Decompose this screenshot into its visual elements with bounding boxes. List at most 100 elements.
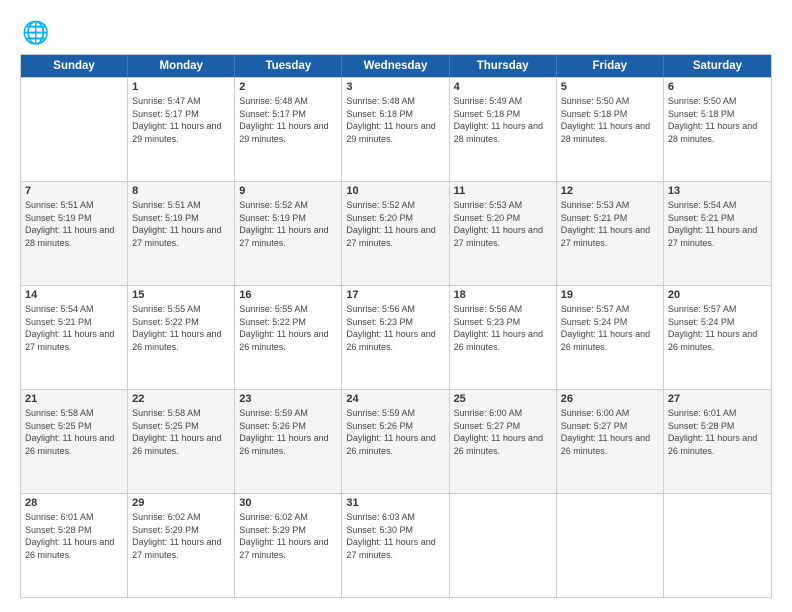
day-info: Sunrise: 5:55 AMSunset: 5:22 PMDaylight:… <box>239 303 337 353</box>
day-number: 7 <box>25 185 123 197</box>
cal-cell-4-7: 27 Sunrise: 6:01 AMSunset: 5:28 PMDayligh… <box>664 390 771 493</box>
header-cell-monday: Monday <box>128 55 235 77</box>
day-info: Sunrise: 6:03 AMSunset: 5:30 PMDaylight:… <box>346 511 444 561</box>
day-info: Sunrise: 5:48 AMSunset: 5:17 PMDaylight:… <box>239 95 337 145</box>
day-number: 27 <box>668 393 767 405</box>
cal-cell-1-5: 4 Sunrise: 5:49 AMSunset: 5:18 PMDaylight… <box>450 78 557 181</box>
header-cell-sunday: Sunday <box>21 55 128 77</box>
calendar-header: SundayMondayTuesdayWednesdayThursdayFrid… <box>21 55 771 77</box>
week-row-5: 28Sunrise: 6:01 AMSunset: 5:28 PMDayligh… <box>21 493 771 597</box>
cal-cell-4-6: 26 Sunrise: 6:00 AMSunset: 5:27 PMDayligh… <box>557 390 664 493</box>
day-info: Sunrise: 5:49 AMSunset: 5:18 PMDaylight:… <box>454 95 552 145</box>
day-number: 6 <box>668 81 767 93</box>
day-number: 15 <box>132 289 230 301</box>
day-number: 8 <box>132 185 230 197</box>
day-info: Sunrise: 5:51 AMSunset: 5:19 PMDaylight:… <box>132 199 230 249</box>
cal-cell-5-5 <box>450 494 557 597</box>
day-info: Sunrise: 5:53 AMSunset: 5:20 PMDaylight:… <box>454 199 552 249</box>
header-cell-wednesday: Wednesday <box>342 55 449 77</box>
day-number: 31 <box>346 497 444 509</box>
day-info: Sunrise: 6:00 AMSunset: 5:27 PMDaylight:… <box>561 407 659 457</box>
day-info: Sunrise: 5:48 AMSunset: 5:18 PMDaylight:… <box>346 95 444 145</box>
day-info: Sunrise: 6:01 AMSunset: 5:28 PMDaylight:… <box>25 511 123 561</box>
cal-cell-3-5: 18 Sunrise: 5:56 AMSunset: 5:23 PMDayligh… <box>450 286 557 389</box>
day-number: 29 <box>132 497 230 509</box>
cal-cell-4-3: 23 Sunrise: 5:59 AMSunset: 5:26 PMDayligh… <box>235 390 342 493</box>
cal-cell-5-4: 31 Sunrise: 6:03 AMSunset: 5:30 PMDayligh… <box>342 494 449 597</box>
day-info: Sunrise: 5:59 AMSunset: 5:26 PMDaylight:… <box>346 407 444 457</box>
day-info: Sunrise: 5:52 AMSunset: 5:19 PMDaylight:… <box>239 199 337 249</box>
day-info: Sunrise: 5:53 AMSunset: 5:21 PMDaylight:… <box>561 199 659 249</box>
calendar: SundayMondayTuesdayWednesdayThursdayFrid… <box>20 54 772 598</box>
cal-cell-3-3: 16 Sunrise: 5:55 AMSunset: 5:22 PMDayligh… <box>235 286 342 389</box>
cal-cell-2-5: 11 Sunrise: 5:53 AMSunset: 5:20 PMDayligh… <box>450 182 557 285</box>
cal-cell-5-3: 30 Sunrise: 6:02 AMSunset: 5:29 PMDayligh… <box>235 494 342 597</box>
day-info: Sunrise: 5:54 AMSunset: 5:21 PMDaylight:… <box>25 303 123 353</box>
day-info: Sunrise: 5:57 AMSunset: 5:24 PMDaylight:… <box>668 303 767 353</box>
week-row-3: 14 Sunrise: 5:54 AMSunset: 5:21 PMDayligh… <box>21 285 771 389</box>
day-number: 3 <box>346 81 444 93</box>
day-info: Sunrise: 5:50 AMSunset: 5:18 PMDaylight:… <box>668 95 767 145</box>
logo: 🌐 <box>20 22 52 48</box>
day-number: 13 <box>668 185 767 197</box>
day-info: Sunrise: 5:56 AMSunset: 5:23 PMDaylight:… <box>346 303 444 353</box>
cal-cell-3-2: 15Sunrise: 5:55 AMSunset: 5:22 PMDayligh… <box>128 286 235 389</box>
cal-cell-5-2: 29 Sunrise: 6:02 AMSunset: 5:29 PMDayligh… <box>128 494 235 597</box>
day-info: Sunrise: 5:56 AMSunset: 5:23 PMDaylight:… <box>454 303 552 353</box>
day-info: Sunrise: 5:57 AMSunset: 5:24 PMDaylight:… <box>561 303 659 353</box>
day-number: 30 <box>239 497 337 509</box>
day-number: 14 <box>25 289 123 301</box>
day-number: 1 <box>132 81 230 93</box>
day-number: 11 <box>454 185 552 197</box>
cal-cell-1-6: 5 Sunrise: 5:50 AMSunset: 5:18 PMDaylight… <box>557 78 664 181</box>
header-cell-tuesday: Tuesday <box>235 55 342 77</box>
day-number: 25 <box>454 393 552 405</box>
day-number: 23 <box>239 393 337 405</box>
cal-cell-4-5: 25 Sunrise: 6:00 AMSunset: 5:27 PMDayligh… <box>450 390 557 493</box>
day-number: 2 <box>239 81 337 93</box>
cal-cell-1-4: 3 Sunrise: 5:48 AMSunset: 5:18 PMDaylight… <box>342 78 449 181</box>
cal-cell-1-1 <box>21 78 128 181</box>
day-info: Sunrise: 6:01 AMSunset: 5:28 PMDaylight:… <box>668 407 767 457</box>
day-number: 21 <box>25 393 123 405</box>
day-number: 5 <box>561 81 659 93</box>
day-info: Sunrise: 6:00 AMSunset: 5:27 PMDaylight:… <box>454 407 552 457</box>
day-number: 17 <box>346 289 444 301</box>
logo-icon: 🌐 <box>20 20 48 48</box>
day-number: 19 <box>561 289 659 301</box>
day-number: 4 <box>454 81 552 93</box>
header-cell-friday: Friday <box>557 55 664 77</box>
day-number: 26 <box>561 393 659 405</box>
cal-cell-2-2: 8 Sunrise: 5:51 AMSunset: 5:19 PMDaylight… <box>128 182 235 285</box>
day-info: Sunrise: 5:51 AMSunset: 5:19 PMDaylight:… <box>25 199 123 249</box>
header-cell-thursday: Thursday <box>450 55 557 77</box>
day-number: 16 <box>239 289 337 301</box>
header-cell-saturday: Saturday <box>664 55 771 77</box>
day-info: Sunrise: 5:58 AMSunset: 5:25 PMDaylight:… <box>132 407 230 457</box>
day-number: 24 <box>346 393 444 405</box>
day-number: 22 <box>132 393 230 405</box>
week-row-1: 1Sunrise: 5:47 AMSunset: 5:17 PMDaylight… <box>21 77 771 181</box>
cal-cell-4-4: 24 Sunrise: 5:59 AMSunset: 5:26 PMDayligh… <box>342 390 449 493</box>
day-info: Sunrise: 6:02 AMSunset: 5:29 PMDaylight:… <box>132 511 230 561</box>
week-row-2: 7 Sunrise: 5:51 AMSunset: 5:19 PMDaylight… <box>21 181 771 285</box>
day-number: 20 <box>668 289 767 301</box>
day-info: Sunrise: 5:54 AMSunset: 5:21 PMDaylight:… <box>668 199 767 249</box>
week-row-4: 21 Sunrise: 5:58 AMSunset: 5:25 PMDayligh… <box>21 389 771 493</box>
day-info: Sunrise: 5:59 AMSunset: 5:26 PMDaylight:… <box>239 407 337 457</box>
cal-cell-5-1: 28Sunrise: 6:01 AMSunset: 5:28 PMDayligh… <box>21 494 128 597</box>
day-info: Sunrise: 5:50 AMSunset: 5:18 PMDaylight:… <box>561 95 659 145</box>
cal-cell-3-7: 20 Sunrise: 5:57 AMSunset: 5:24 PMDayligh… <box>664 286 771 389</box>
cal-cell-5-6 <box>557 494 664 597</box>
cal-cell-1-3: 2 Sunrise: 5:48 AMSunset: 5:17 PMDaylight… <box>235 78 342 181</box>
day-number: 18 <box>454 289 552 301</box>
cal-cell-2-1: 7 Sunrise: 5:51 AMSunset: 5:19 PMDaylight… <box>21 182 128 285</box>
day-info: Sunrise: 5:52 AMSunset: 5:20 PMDaylight:… <box>346 199 444 249</box>
cal-cell-2-3: 9Sunrise: 5:52 AMSunset: 5:19 PMDaylight… <box>235 182 342 285</box>
cal-cell-2-7: 13 Sunrise: 5:54 AMSunset: 5:21 PMDayligh… <box>664 182 771 285</box>
day-number: 10 <box>346 185 444 197</box>
cal-cell-4-2: 22 Sunrise: 5:58 AMSunset: 5:25 PMDayligh… <box>128 390 235 493</box>
day-info: Sunrise: 5:58 AMSunset: 5:25 PMDaylight:… <box>25 407 123 457</box>
cal-cell-3-1: 14 Sunrise: 5:54 AMSunset: 5:21 PMDayligh… <box>21 286 128 389</box>
day-info: Sunrise: 6:02 AMSunset: 5:29 PMDaylight:… <box>239 511 337 561</box>
